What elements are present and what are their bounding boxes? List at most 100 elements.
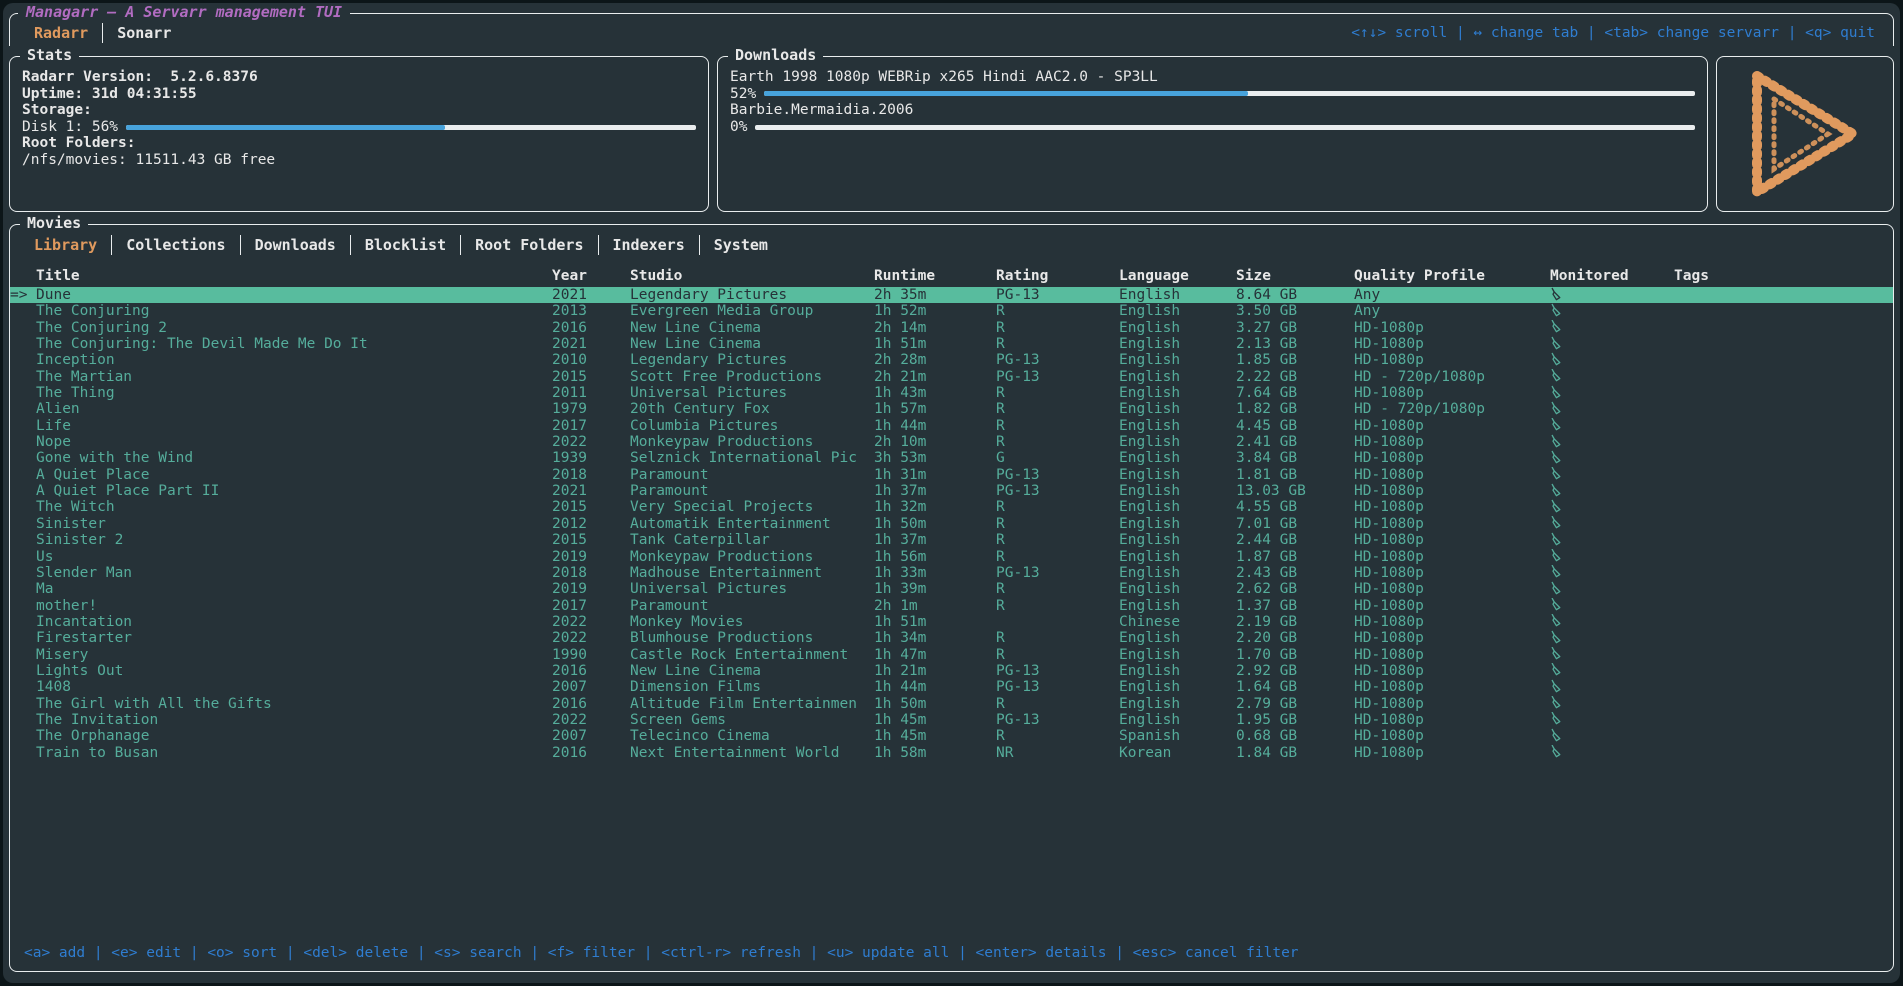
disk-usage-row: Disk 1: 56% [22,119,696,136]
movies-tab[interactable]: Root Folders [460,235,597,255]
movie-row[interactable]: The Martian 2015 Scott Free Productions … [10,369,1893,385]
movie-language: English [1119,499,1236,515]
movies-tabs: Library Collections Downloads Blocklist … [10,235,1893,255]
movies-tab-label: Collections [126,236,225,254]
column-header: Studio [630,267,874,285]
movie-row[interactable]: Firestarter 2022 Blumhouse Productions 1… [10,630,1893,646]
movie-row[interactable]: Slender Man 2018 Madhouse Entertainment … [10,565,1893,581]
movie-monitored [1550,499,1674,515]
movie-tags [1674,549,1893,565]
movie-row[interactable]: Inception 2010 Legendary Pictures 2h 28m… [10,352,1893,368]
monitored-flag-icon [1550,499,1562,513]
movie-studio: Paramount [630,467,874,483]
column-header: Monitored [1550,267,1674,285]
movie-tags [1674,598,1893,614]
movie-tags [1674,434,1893,450]
movie-row[interactable]: Incantation 2022 Monkey Movies 1h 51m Ch… [10,614,1893,630]
column-header: Tags [1674,267,1893,285]
monitored-flag-icon [1550,352,1562,366]
movies-tab[interactable]: Collections [111,235,239,255]
movie-row[interactable]: A Quiet Place 2018 Paramount 1h 31m PG-1… [10,467,1893,483]
movie-quality-profile: HD - 720p/1080p [1354,401,1550,417]
movie-row[interactable]: mother! 2017 Paramount 2h 1m R English 1… [10,598,1893,614]
selection-prefix [10,450,36,466]
movie-year: 2015 [552,532,630,548]
movie-row[interactable]: A Quiet Place Part II 2021 Paramount 1h … [10,483,1893,499]
movie-studio: Evergreen Media Group [630,303,874,319]
movie-studio: Columbia Pictures [630,418,874,434]
movie-row[interactable]: Life 2017 Columbia Pictures 1h 44m R Eng… [10,418,1893,434]
movie-tags [1674,663,1893,679]
movie-language: English [1119,352,1236,368]
movie-runtime: 1h 31m [874,467,996,483]
movie-tags [1674,745,1893,761]
movies-tab[interactable]: Downloads [240,235,350,255]
disk-usage-progressbar [126,125,696,130]
movie-language: English [1119,549,1236,565]
monitored-flag-icon [1550,401,1562,415]
movie-studio: Scott Free Productions [630,369,874,385]
movie-row[interactable]: The Thing 2011 Universal Pictures 1h 43m… [10,385,1893,401]
movie-monitored [1550,434,1674,450]
movie-row[interactable]: Misery 1990 Castle Rock Entertainment 1h… [10,647,1893,663]
movie-rating: R [996,549,1119,565]
movie-year: 1939 [552,450,630,466]
movie-language: English [1119,336,1236,352]
movie-rating: PG-13 [996,663,1119,679]
movie-row[interactable]: The Girl with All the Gifts 2016 Altitud… [10,696,1893,712]
movie-title: Lights Out [36,663,552,679]
servarr-tab[interactable]: Radarr [20,23,102,43]
movies-tab[interactable]: Indexers [598,235,699,255]
movie-runtime: 1h 33m [874,565,996,581]
movie-row[interactable]: Train to Busan 2016 Next Entertainment W… [10,745,1893,761]
movie-row[interactable]: The Orphanage 2007 Telecinco Cinema 1h 4… [10,728,1893,744]
movie-row[interactable]: Ma 2019 Universal Pictures 1h 39m R Engl… [10,581,1893,597]
movie-language: English [1119,630,1236,646]
movie-row[interactable]: Alien 1979 20th Century Fox 1h 57m R Eng… [10,401,1893,417]
movie-tags [1674,499,1893,515]
movie-row[interactable]: Gone with the Wind 1939 Selznick Interna… [10,450,1893,466]
movie-row[interactable]: Nope 2022 Monkeypaw Productions 2h 10m R… [10,434,1893,450]
movie-row[interactable]: Sinister 2012 Automatik Entertainment 1h… [10,516,1893,532]
movie-row[interactable]: Sinister 2 2015 Tank Caterpillar 1h 37m … [10,532,1893,548]
movie-row[interactable]: The Conjuring 2 2016 New Line Cinema 2h … [10,320,1893,336]
movie-language: English [1119,516,1236,532]
movie-quality-profile: HD-1080p [1354,532,1550,548]
movie-monitored [1550,516,1674,532]
movie-year: 2015 [552,499,630,515]
movie-studio: Paramount [630,598,874,614]
monitored-flag-icon [1550,516,1562,530]
movie-tags [1674,728,1893,744]
movie-row[interactable]: 1408 2007 Dimension Films 1h 44m PG-13 E… [10,679,1893,695]
movie-studio: Blumhouse Productions [630,630,874,646]
movie-year: 2012 [552,516,630,532]
movie-runtime: 2h 1m [874,598,996,614]
movie-row[interactable]: The Conjuring 2013 Evergreen Media Group… [10,303,1893,319]
movie-row[interactable]: The Witch 2015 Very Special Projects 1h … [10,499,1893,515]
movie-year: 2018 [552,467,630,483]
table-empty-space [10,761,1893,945]
movie-monitored [1550,565,1674,581]
movies-tab[interactable]: System [699,235,782,255]
movie-row[interactable]: => Dune 2021 Legendary Pictures 2h 35m P… [10,287,1893,303]
movie-row[interactable]: Lights Out 2016 New Line Cinema 1h 21m P… [10,663,1893,679]
movie-quality-profile: HD-1080p [1354,418,1550,434]
movie-size: 2.13 GB [1236,336,1354,352]
movie-runtime: 1h 56m [874,549,996,565]
movie-tags [1674,320,1893,336]
servarr-tab[interactable]: Sonarr [102,23,185,43]
movie-quality-profile: HD-1080p [1354,450,1550,466]
monitored-flag-icon [1550,450,1562,464]
monitored-flag-icon [1550,712,1562,726]
movie-monitored [1550,320,1674,336]
movie-row[interactable]: The Invitation 2022 Screen Gems 1h 45m P… [10,712,1893,728]
movie-row[interactable]: Us 2019 Monkeypaw Productions 1h 56m R E… [10,549,1893,565]
movie-studio: Next Entertainment World [630,745,874,761]
movie-tags [1674,418,1893,434]
movies-tab[interactable]: Library [20,235,111,255]
movie-row[interactable]: The Conjuring: The Devil Made Me Do It 2… [10,336,1893,352]
movies-tab[interactable]: Blocklist [350,235,460,255]
selection-prefix [10,712,36,728]
movie-title: The Orphanage [36,728,552,744]
movie-studio: Paramount [630,483,874,499]
